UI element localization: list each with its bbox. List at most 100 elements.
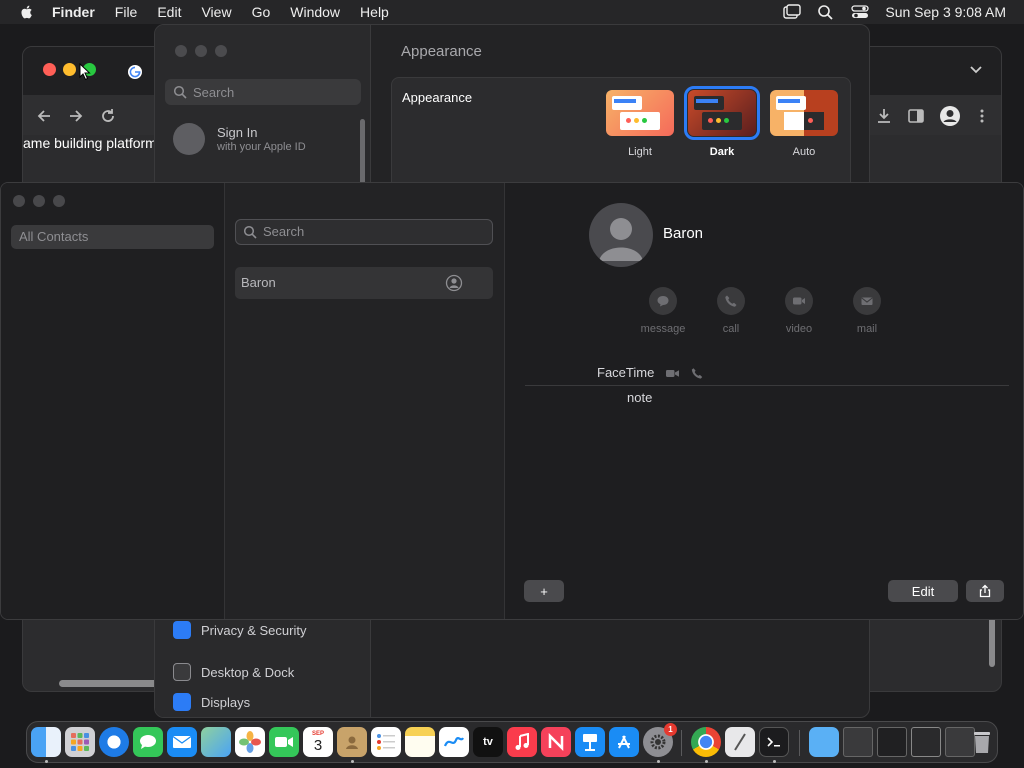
contacts-icon[interactable] — [337, 727, 367, 757]
contacts-search-field[interactable]: Search — [235, 219, 493, 245]
window-thumbnail-icon[interactable] — [843, 727, 873, 757]
notes-icon[interactable] — [405, 727, 435, 757]
window-controls — [175, 45, 227, 57]
contact-name: Baron — [663, 225, 704, 242]
dark-theme-thumbnail — [684, 86, 760, 140]
close-icon[interactable] — [175, 45, 187, 57]
close-icon[interactable] — [13, 195, 25, 207]
horizontal-scrollbar[interactable] — [59, 680, 159, 687]
a-icon — [618, 735, 630, 749]
music-icon[interactable] — [507, 727, 537, 757]
apple-tv-icon[interactable]: tv — [473, 727, 503, 757]
running-indicator — [773, 760, 776, 763]
menu-edit[interactable]: Edit — [157, 4, 181, 20]
chrome-icon[interactable] — [691, 727, 721, 757]
google-favicon-icon[interactable] — [127, 64, 143, 80]
menu-help[interactable]: Help — [360, 4, 389, 20]
trash-icon[interactable] — [967, 727, 997, 757]
share-icon — [979, 584, 991, 598]
zoom-icon[interactable] — [215, 45, 227, 57]
music-note-icon — [515, 733, 529, 750]
window-thumbnail-icon[interactable] — [911, 727, 941, 757]
terminal-icon[interactable] — [759, 727, 789, 757]
apple-logo-icon[interactable] — [18, 3, 36, 21]
envelope-icon — [861, 297, 873, 305]
photos-icon[interactable] — [235, 727, 265, 757]
stage-manager-icon[interactable] — [783, 4, 802, 20]
signin-title[interactable]: Sign In — [217, 125, 257, 140]
window-thumbnail-icon[interactable] — [877, 727, 907, 757]
sidebar-item-displays[interactable]: Displays — [173, 693, 250, 711]
edit-button[interactable]: Edit — [888, 580, 958, 602]
contact-list-item[interactable]: Baron — [235, 267, 493, 299]
prompt-icon — [767, 737, 780, 747]
dock-separator — [799, 730, 800, 756]
sidebar-item-privacy-security[interactable]: Privacy & Security — [173, 621, 306, 639]
menu-clock[interactable]: Sun Sep 3 9:08 AM — [885, 4, 1006, 20]
more-options-icon[interactable] — [973, 107, 991, 125]
search-icon — [173, 85, 187, 99]
messages-icon[interactable] — [133, 727, 163, 757]
add-contact-button[interactable]: + — [524, 580, 564, 602]
settings-search-field[interactable]: Search — [165, 79, 361, 105]
mail-button[interactable]: mail — [837, 287, 897, 335]
message-button[interactable]: message — [633, 287, 693, 335]
reload-icon[interactable] — [99, 107, 117, 125]
group-all-contacts[interactable]: All Contacts — [11, 225, 214, 249]
theme-option-auto[interactable]: Auto — [770, 90, 838, 158]
call-button[interactable]: call — [701, 287, 761, 335]
minimize-icon[interactable] — [195, 45, 207, 57]
safari-icon[interactable] — [99, 727, 129, 757]
grid-icon — [71, 733, 89, 751]
tab-search-chevron-icon[interactable] — [969, 65, 983, 75]
facetime-audio-icon[interactable] — [690, 367, 705, 380]
freeform-icon[interactable] — [439, 727, 469, 757]
contacts-list-pane: Search Baron — [225, 183, 505, 619]
menu-app-name[interactable]: Finder — [52, 4, 95, 20]
download-icon[interactable] — [875, 107, 893, 125]
window-controls — [13, 195, 65, 207]
forward-arrow-icon[interactable] — [67, 107, 85, 125]
dock-icon — [173, 663, 191, 681]
keynote-icon[interactable] — [575, 727, 605, 757]
minimize-icon[interactable] — [33, 195, 45, 207]
sidebar-item-desktop-dock[interactable]: Desktop & Dock — [173, 663, 294, 681]
menu-view[interactable]: View — [201, 4, 231, 20]
calendar-day: 3 — [313, 737, 323, 754]
theme-option-dark[interactable]: Dark — [684, 86, 760, 158]
pane-title: Appearance — [401, 43, 482, 60]
video-camera-icon — [793, 297, 805, 305]
menu-window[interactable]: Window — [290, 4, 340, 20]
note-label[interactable]: note — [627, 390, 652, 405]
finder-icon[interactable] — [31, 727, 61, 757]
contacts-window: All Contacts Search Baron Baron message … — [0, 182, 1024, 620]
profile-avatar-icon[interactable] — [939, 105, 961, 127]
calendar-icon[interactable]: SEP 3 — [303, 727, 333, 757]
back-arrow-icon[interactable] — [35, 107, 53, 125]
close-icon[interactable] — [43, 63, 56, 76]
reminders-icon[interactable] — [371, 727, 401, 757]
control-center-icon[interactable] — [851, 4, 870, 20]
downloads-folder-icon[interactable] — [809, 727, 839, 757]
side-panel-icon[interactable] — [907, 107, 925, 125]
sidebar-scrollbar[interactable] — [360, 119, 365, 189]
news-icon[interactable] — [541, 727, 571, 757]
facetime-video-icon[interactable] — [665, 367, 680, 380]
launchpad-icon[interactable] — [65, 727, 95, 757]
zoom-icon[interactable] — [53, 195, 65, 207]
apple-id-avatar[interactable] — [173, 123, 205, 155]
app-store-icon[interactable] — [609, 727, 639, 757]
menu-go[interactable]: Go — [252, 4, 271, 20]
theme-option-light[interactable]: Light — [606, 90, 674, 158]
system-settings-icon[interactable]: 1 — [643, 723, 677, 757]
share-button[interactable] — [966, 580, 1004, 602]
facetime-icon[interactable] — [269, 727, 299, 757]
mouse-pointer-icon — [79, 63, 91, 81]
maps-icon[interactable] — [201, 727, 231, 757]
video-button[interactable]: video — [769, 287, 829, 335]
minimize-icon[interactable] — [63, 63, 76, 76]
spotlight-search-icon[interactable] — [817, 4, 835, 20]
menu-file[interactable]: File — [115, 4, 138, 20]
script-editor-icon[interactable] — [725, 727, 755, 757]
mail-icon[interactable] — [167, 727, 197, 757]
